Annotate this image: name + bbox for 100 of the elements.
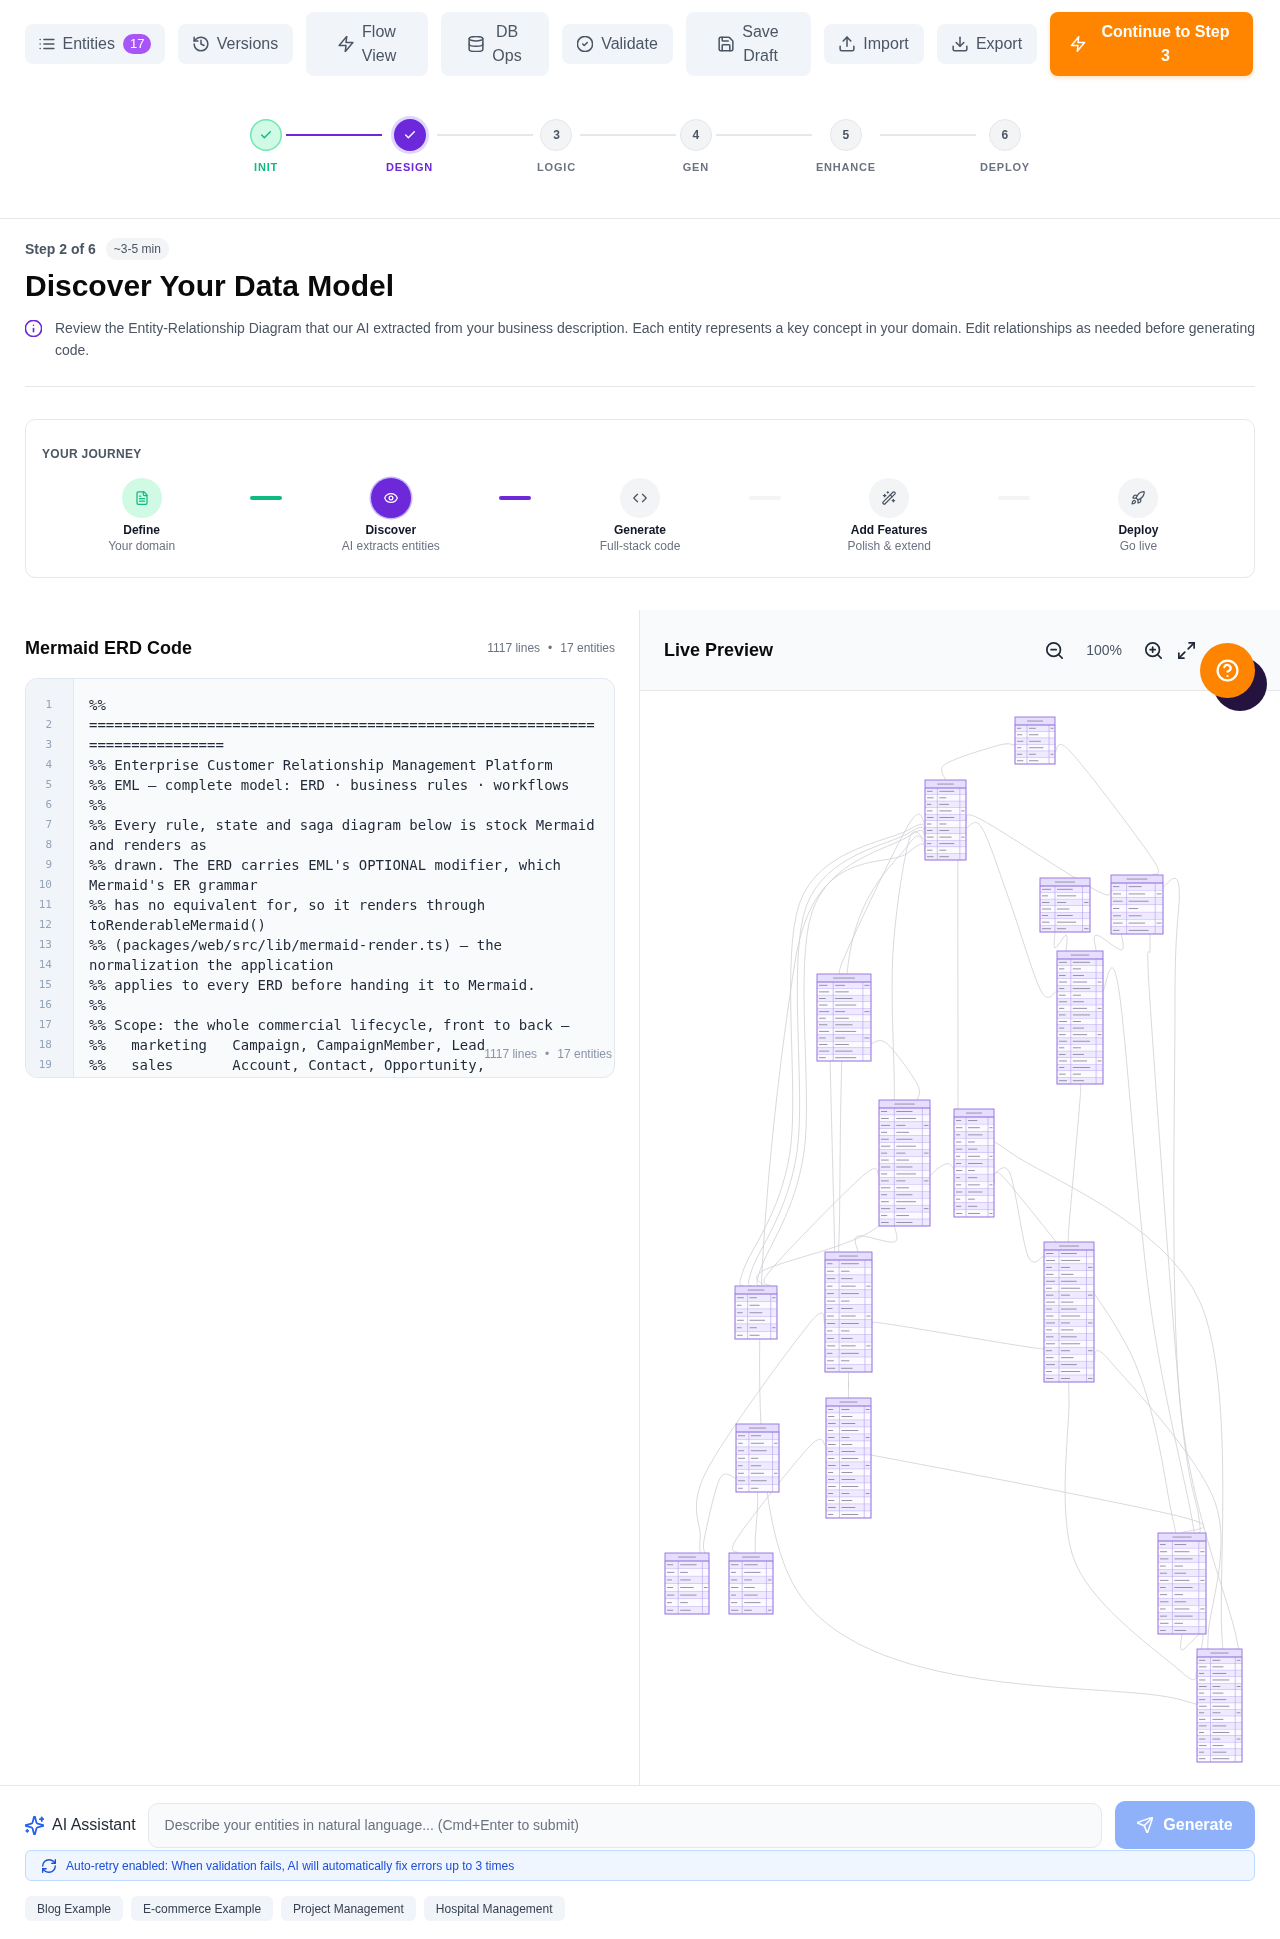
line-number: 4 bbox=[45, 757, 52, 773]
validate-button[interactable]: Validate bbox=[562, 24, 673, 64]
line-number: 9 bbox=[45, 857, 52, 873]
download-icon bbox=[951, 36, 968, 52]
code-line: %% marketing Campaign, CampaignMember, Lead bbox=[89, 1036, 486, 1053]
lightning-icon bbox=[1069, 36, 1086, 52]
page-title: Discover Your Data Model bbox=[25, 268, 395, 304]
assistant-label: AI Assistant bbox=[52, 1816, 136, 1834]
journey-step-title: Add Features bbox=[850, 522, 928, 538]
line-number: 19 bbox=[38, 1057, 52, 1073]
step-label: DEPLOY bbox=[979, 160, 1030, 174]
code-line: %% drawn. The ERD carries EML's OPTIONAL modifier, which bbox=[89, 856, 561, 875]
step-number: 5 bbox=[829, 119, 862, 151]
entity-table bbox=[734, 1285, 778, 1340]
line-number: 15 bbox=[38, 977, 52, 993]
line-number: 5 bbox=[45, 777, 52, 793]
zoom-out-icon[interactable] bbox=[1046, 641, 1064, 659]
entity-table bbox=[1110, 874, 1164, 935]
panel-title: Live Preview bbox=[664, 639, 774, 662]
line-number: 14 bbox=[38, 957, 52, 973]
entity-table bbox=[728, 1552, 774, 1615]
flow-view-button[interactable]: Flow View bbox=[306, 12, 428, 76]
line-number: 2 bbox=[45, 717, 52, 733]
line-number: 6 bbox=[45, 797, 52, 813]
step-description: Review the Entity-Relationship Diagram that our AI extracted from your business description. Each entity represents a key concept in your domain. Edit relationships as needed before generating code. bbox=[55, 319, 1255, 360]
entity-table bbox=[664, 1552, 710, 1615]
line-number: 12 bbox=[38, 917, 52, 933]
journey-step-title: Define bbox=[123, 522, 160, 538]
notice-text: Auto-retry enabled: When validation fails, AI will automatically fix errors up to 3 times bbox=[66, 1858, 515, 1873]
code-line: %% bbox=[89, 996, 106, 1015]
step-number: 3 bbox=[540, 119, 573, 151]
code-line: toRenderableMermaid() bbox=[89, 916, 266, 935]
example-chip[interactable]: E-commerce Example bbox=[131, 1896, 274, 1921]
list-icon bbox=[38, 36, 55, 52]
step-label: LOGIC bbox=[537, 160, 576, 174]
code-line: Mermaid's ER grammar bbox=[89, 876, 258, 895]
import-button[interactable]: Import bbox=[824, 24, 924, 64]
db-ops-button[interactable]: DB Ops bbox=[441, 12, 549, 76]
line-number: 18 bbox=[38, 1037, 52, 1053]
versions-button[interactable]: Versions bbox=[178, 24, 293, 64]
line-number: 3 bbox=[45, 737, 52, 753]
code-line: %% applies to every ERD before handing it to Mermaid. bbox=[89, 976, 536, 995]
line-count: 1117 lines bbox=[487, 641, 541, 655]
duration-badge: ~3-5 min bbox=[105, 238, 169, 260]
line-number: 11 bbox=[38, 897, 52, 913]
upload-icon bbox=[839, 36, 856, 52]
journey-connector bbox=[499, 496, 532, 500]
entity-table bbox=[1014, 716, 1056, 765]
example-chip[interactable]: Hospital Management bbox=[423, 1896, 565, 1921]
export-button[interactable]: Export bbox=[937, 24, 1037, 64]
description-input[interactable]: Describe your entities in natural language... (Cmd+Enter to submit) bbox=[147, 1802, 1102, 1848]
code-line: %% bbox=[89, 696, 106, 715]
code-line: ================ bbox=[89, 736, 224, 755]
line-number: 7 bbox=[45, 817, 52, 833]
zoom-in-icon[interactable] bbox=[1145, 641, 1162, 659]
line-number: 17 bbox=[38, 1017, 52, 1033]
journey-step-subtitle: Full-stack code bbox=[599, 538, 681, 554]
line-number: 8 bbox=[45, 837, 52, 853]
journey-step-title: Deploy bbox=[1118, 522, 1159, 538]
step-counter: Step 2 of 6 bbox=[25, 241, 96, 257]
line-number: 13 bbox=[38, 937, 52, 953]
code-line: ============================================================ bbox=[89, 716, 595, 735]
step-label: GEN bbox=[682, 160, 709, 174]
entity-table bbox=[1039, 877, 1091, 933]
step-number: 6 bbox=[988, 119, 1021, 151]
code-line: %% sales Account, Contact, Opportunity, bbox=[89, 1057, 486, 1075]
example-chip[interactable]: Project Management bbox=[281, 1896, 416, 1921]
code-line: %% EML — complete model: ERD · business rules · workflows bbox=[89, 776, 570, 795]
entity-table bbox=[735, 1423, 780, 1493]
info-icon bbox=[25, 320, 42, 337]
line-number: 16 bbox=[38, 997, 52, 1013]
history-icon bbox=[192, 36, 209, 52]
code-line: %% bbox=[89, 796, 106, 815]
code-editor[interactable] bbox=[25, 678, 615, 1078]
journey-step-subtitle: AI extracts entities bbox=[341, 538, 440, 554]
line-number: 1 bbox=[45, 697, 52, 713]
journey-step-title: Discover bbox=[365, 522, 417, 538]
code-line: %% has no equivalent for, so it renders through bbox=[89, 896, 486, 915]
step-label: DESIGN bbox=[386, 160, 434, 174]
refresh-icon bbox=[42, 1858, 56, 1873]
paper-plane-icon bbox=[1137, 1817, 1154, 1833]
journey-heading: YOUR JOURNEY bbox=[42, 446, 142, 462]
journey-step-subtitle: Your domain bbox=[108, 538, 176, 554]
journey-step-subtitle: Polish & extend bbox=[847, 538, 931, 554]
count-badge: 17 bbox=[123, 34, 152, 54]
journey-step-title: Generate bbox=[614, 522, 666, 538]
save-draft-button[interactable]: Save Draft bbox=[686, 12, 811, 76]
journey-step-subtitle: Go live bbox=[1119, 538, 1158, 554]
code-line: normalization the application bbox=[89, 956, 334, 975]
lightning-icon bbox=[337, 36, 354, 52]
panel-title: Mermaid ERD Code bbox=[25, 637, 193, 660]
database-icon bbox=[468, 36, 485, 52]
example-chip[interactable]: Blog Example bbox=[25, 1896, 124, 1921]
expand-icon[interactable] bbox=[1178, 641, 1195, 659]
entity-count: 17 entities bbox=[560, 641, 615, 655]
step-label: ENHANCE bbox=[815, 160, 876, 174]
entities-button[interactable]: Entities 17 bbox=[25, 24, 165, 64]
code-line: %% (packages/web/src/lib/mermaid-render.ts) — the bbox=[89, 936, 502, 955]
step-label: INIT bbox=[254, 160, 279, 174]
help-button[interactable] bbox=[1200, 643, 1268, 712]
